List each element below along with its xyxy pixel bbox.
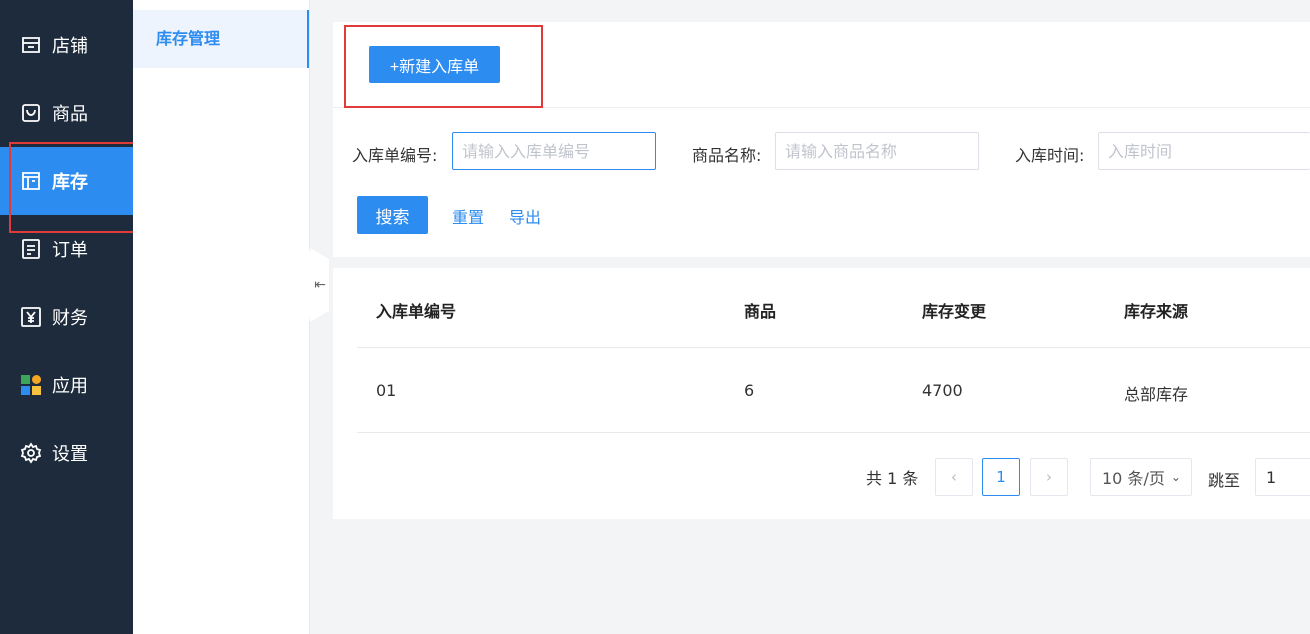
subnav-item-inventory-management[interactable]: 库存管理 <box>133 10 309 68</box>
chevron-down-icon: ⌄ <box>1170 470 1181 484</box>
order-no-input[interactable] <box>452 132 656 170</box>
prev-page-button[interactable]: ‹ <box>935 458 973 496</box>
table-cell: 4700 <box>922 381 963 400</box>
product-name-label: 商品名称: <box>692 146 762 165</box>
main-nav: 店铺 商品 库存 订单 财务 应用 设置 <box>0 0 133 634</box>
next-page-button[interactable]: › <box>1030 458 1068 496</box>
table-cell: 总部库存 <box>1124 385 1189 404</box>
nav-item-finance[interactable]: 财务 <box>0 283 133 351</box>
page-size-select[interactable]: 10 条/页 ⌄ <box>1090 458 1192 496</box>
inbound-time-input[interactable] <box>1098 132 1310 170</box>
nav-item-apps[interactable]: 应用 <box>0 351 133 419</box>
column-header: 入库单编号 <box>376 302 457 321</box>
nav-item-orders[interactable]: 订单 <box>0 215 133 283</box>
apps-grid-icon <box>20 374 42 396</box>
column-header: 商品 <box>744 302 777 321</box>
page-size-value: 10 条/页 <box>1102 469 1165 488</box>
search-button[interactable]: 搜索 <box>357 196 428 234</box>
chevron-left-icon: ‹ <box>951 468 957 486</box>
pagination-total: 共 1 条 <box>866 469 919 488</box>
export-link[interactable]: 导出 <box>509 204 541 228</box>
document-icon <box>20 238 42 260</box>
nav-label: 应用 <box>52 376 88 397</box>
nav-item-inventory[interactable]: 库存 <box>0 147 133 215</box>
bag-icon <box>20 102 42 124</box>
table-divider <box>357 347 1310 348</box>
table-cell: 01 <box>376 381 397 400</box>
order-no-label: 入库单编号: <box>352 146 438 165</box>
product-name-input[interactable] <box>775 132 979 170</box>
table-panel: 入库单编号 商品 库存变更 库存来源 01 6 4700 总部库存 共 1 条 … <box>333 268 1310 519</box>
collapse-icon: ⇤ <box>314 277 326 293</box>
nav-label: 商品 <box>52 104 88 125</box>
store-icon <box>20 34 42 56</box>
new-inbound-order-button[interactable]: +新建入库单 <box>369 46 500 83</box>
table-divider <box>357 432 1310 433</box>
inbound-time-label: 入库时间: <box>1015 146 1085 165</box>
jump-page-input[interactable] <box>1255 458 1310 496</box>
sidebar-collapse-toggle[interactable]: ⇤ <box>305 248 329 322</box>
nav-item-store[interactable]: 店铺 <box>0 11 133 79</box>
nav-item-settings[interactable]: 设置 <box>0 419 133 487</box>
table-cell: 6 <box>744 381 755 400</box>
column-header: 库存变更 <box>922 302 987 321</box>
divider <box>333 107 1310 108</box>
nav-label: 订单 <box>52 240 88 261</box>
warehouse-icon <box>20 170 42 192</box>
nav-label: 库存 <box>52 172 88 193</box>
column-header: 库存来源 <box>1124 302 1189 321</box>
yen-icon <box>20 306 42 328</box>
filter-panel: +新建入库单 入库单编号: 商品名称: 入库时间: 搜索 重置 导出 <box>333 22 1310 257</box>
page-button-1[interactable]: 1 <box>982 458 1020 496</box>
jump-label: 跳至 <box>1208 471 1241 490</box>
chevron-right-icon: › <box>1046 468 1052 486</box>
nav-label: 店铺 <box>52 36 88 57</box>
reset-link[interactable]: 重置 <box>452 204 484 228</box>
nav-label: 财务 <box>52 308 88 329</box>
nav-item-products[interactable]: 商品 <box>0 79 133 147</box>
gear-icon <box>20 442 42 464</box>
nav-label: 设置 <box>52 444 88 465</box>
sub-sidebar: 库存管理 <box>133 0 310 634</box>
